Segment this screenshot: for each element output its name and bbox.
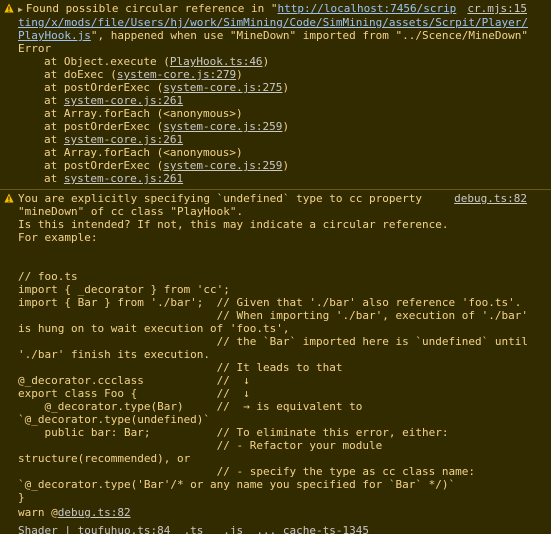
console-panel: cr.mjs:15 ▶Found possible circular refer… bbox=[0, 0, 551, 523]
footer-source-link[interactable]: debug.ts:82 bbox=[58, 506, 131, 519]
message-line: @_decorator.type(Bar) // → is equivalent… bbox=[18, 400, 547, 413]
message-line: './bar' finish its execution. bbox=[18, 348, 547, 361]
stack-frame: at postOrderExec (system-core.js:259) bbox=[18, 159, 547, 172]
stack-frame: at postOrderExec (system-core.js:275) bbox=[18, 81, 547, 94]
stack-frame: at Array.forEach (<anonymous>) bbox=[18, 146, 547, 159]
message-text: Found possible circular reference in " bbox=[26, 2, 278, 15]
message-line: Is this intended? If not, this may indic… bbox=[18, 218, 547, 231]
stack-frame: at postOrderExec (system-core.js:259) bbox=[18, 120, 547, 133]
message-line: // It leads to that bbox=[18, 361, 547, 374]
console-warning-entry[interactable]: debug.ts:82 You are explicitly specifyin… bbox=[0, 189, 551, 523]
stack-frame: at Array.forEach (<anonymous>) bbox=[18, 107, 547, 120]
source-link[interactable]: cr.mjs:15 bbox=[467, 2, 527, 15]
url-link-continued[interactable]: ting/x/mods/file/Users/hj/work/SimMining… bbox=[18, 16, 528, 29]
stack-frame-text: at bbox=[44, 172, 64, 185]
warning-icon bbox=[4, 193, 14, 203]
stack-frame-link[interactable]: system-core.js:259 bbox=[163, 120, 282, 133]
message-line: export class Foo { // ↓ bbox=[18, 387, 547, 400]
stack-frame-text: at postOrderExec ( bbox=[44, 159, 163, 172]
expand-triangle-icon[interactable]: ▶ bbox=[18, 5, 23, 14]
error-label: Error bbox=[18, 42, 547, 55]
message-line: `@_decorator.type(undefined)` bbox=[18, 413, 547, 426]
message-line: import { _decorator } from 'cc'; bbox=[18, 283, 547, 296]
stack-frame: at doExec (system-core.js:279) bbox=[18, 68, 547, 81]
message-line bbox=[18, 257, 547, 270]
url-link[interactable]: http://localhost:7456/scrip bbox=[278, 2, 457, 15]
message-line: For example: bbox=[18, 231, 547, 244]
stack-frame-text: ) bbox=[282, 81, 289, 94]
message-line: @_decorator.ccclass // ↓ bbox=[18, 374, 547, 387]
stack-frame-link[interactable]: system-core.js:279 bbox=[117, 68, 236, 81]
stack-frame: at system-core.js:261 bbox=[18, 172, 547, 185]
stack-frame-text: at postOrderExec ( bbox=[44, 120, 163, 133]
log-level-label: warn bbox=[18, 506, 45, 519]
stack-frame-text: at bbox=[44, 94, 64, 107]
message-line: // - specify the type as cc class name: bbox=[18, 465, 547, 478]
message-line: `@_decorator.type('Bar'/* or any name yo… bbox=[18, 478, 547, 491]
stack-frame-text: ) bbox=[263, 55, 270, 68]
warning-icon bbox=[4, 3, 14, 13]
message-line: PlayHook.js", happened when use "MineDow… bbox=[18, 29, 547, 42]
console-warning-entry[interactable]: cr.mjs:15 ▶Found possible circular refer… bbox=[0, 0, 551, 189]
at-symbol: @ bbox=[51, 506, 58, 519]
stack-frame: at system-core.js:261 bbox=[18, 94, 547, 107]
stack-frame-text: at Array.forEach (<anonymous>) bbox=[44, 107, 243, 120]
stack-frame-text: at postOrderExec ( bbox=[44, 81, 163, 94]
stack-frame-text: ) bbox=[282, 120, 289, 133]
message-line: ting/x/mods/file/Users/hj/work/SimMining… bbox=[18, 16, 547, 29]
message-line: } bbox=[18, 491, 547, 504]
message-line bbox=[18, 244, 547, 257]
stack-frame-text: ) bbox=[236, 68, 243, 81]
stack-frame-text: at bbox=[44, 133, 64, 146]
warning-message: You are explicitly specifying `undefined… bbox=[18, 192, 547, 504]
stack-frame-link[interactable]: system-core.js:261 bbox=[64, 133, 183, 146]
message-line: import { Bar } from './bar'; // Given th… bbox=[18, 296, 547, 309]
message-line: is hung on to wait execution of 'foo.ts'… bbox=[18, 322, 547, 335]
stack-frame-link[interactable]: system-core.js:275 bbox=[163, 81, 282, 94]
next-entry-partial: Shader | toufuhuo.ts:84 .ts .js ... cach… bbox=[0, 524, 551, 534]
stack-frame-link[interactable]: system-core.js:259 bbox=[163, 159, 282, 172]
stack-frame: at Object.execute (PlayHook.ts:46) bbox=[18, 55, 547, 68]
stack-trace: at Object.execute (PlayHook.ts:46)at doE… bbox=[18, 55, 547, 185]
url-link-continued[interactable]: PlayHook.js bbox=[18, 29, 91, 42]
stack-frame-text: ) bbox=[282, 159, 289, 172]
stack-frame-text: at Array.forEach (<anonymous>) bbox=[44, 146, 243, 159]
warn-footer: warn @debug.ts:82 bbox=[18, 504, 547, 519]
stack-frame-text: at doExec ( bbox=[44, 68, 117, 81]
stack-frame-link[interactable]: system-core.js:261 bbox=[64, 94, 183, 107]
message-line: // - Refactor your module bbox=[18, 439, 547, 452]
message-line: public bar: Bar; // To eliminate this er… bbox=[18, 426, 547, 439]
stack-frame-link[interactable]: PlayHook.ts:46 bbox=[170, 55, 263, 68]
stack-frame: at system-core.js:261 bbox=[18, 133, 547, 146]
message-line: // foo.ts bbox=[18, 270, 547, 283]
source-link[interactable]: debug.ts:82 bbox=[454, 192, 527, 205]
message-line: structure(recommended), or bbox=[18, 452, 547, 465]
stack-frame-text: at Object.execute ( bbox=[44, 55, 170, 68]
message-line: // the `Bar` imported here is `undefined… bbox=[18, 335, 547, 348]
stack-frame-link[interactable]: system-core.js:261 bbox=[64, 172, 183, 185]
message-text: ", happened when use "MineDown" imported… bbox=[91, 29, 528, 42]
message-line: // When importing './bar', execution of … bbox=[18, 309, 547, 322]
message-line: "mineDown" of cc class "PlayHook". bbox=[18, 205, 547, 218]
